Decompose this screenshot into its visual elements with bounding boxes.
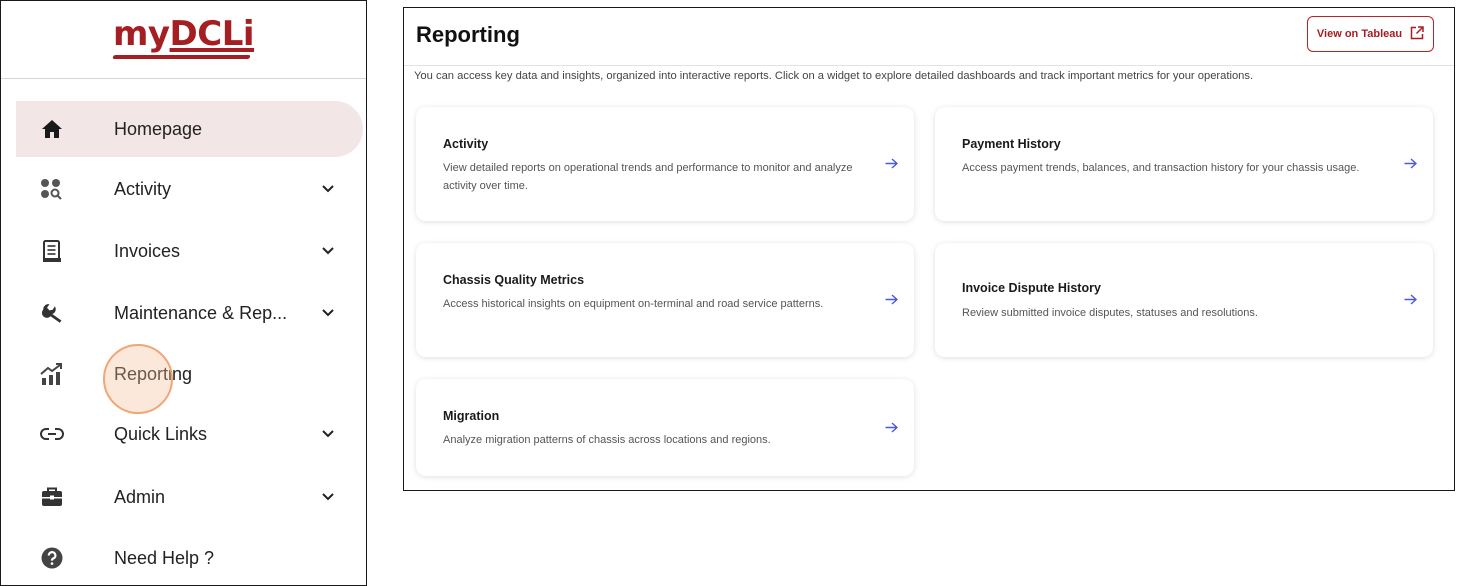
arrow-right-icon[interactable] <box>884 292 898 306</box>
sidebar-item-label: Maintenance & Rep... <box>114 302 288 323</box>
card-title: Migration <box>443 409 500 423</box>
external-link-icon <box>1410 25 1424 43</box>
sidebar-item-label: Reporting <box>114 363 193 384</box>
reporting-panel: Reporting View on Tableau You can access… <box>403 7 1455 491</box>
card-description: Access payment trends, balances, and tra… <box>962 162 1360 174</box>
chevron-down-icon[interactable] <box>321 427 335 441</box>
report-card-payment-history[interactable]: Payment History Access payment trends, b… <box>935 107 1433 221</box>
sidebar-item-label: Activity <box>114 178 172 199</box>
arrow-right-icon[interactable] <box>1403 156 1417 170</box>
home-icon <box>39 116 65 142</box>
mydcli-logo[interactable]: myDCLi <box>112 17 255 59</box>
report-card-invoice-dispute-history[interactable]: Invoice Dispute History Review submitted… <box>935 243 1433 357</box>
briefcase-icon <box>39 484 65 510</box>
sidebar-item-reporting[interactable]: Reporting <box>16 346 363 402</box>
card-description: Review submitted invoice disputes, statu… <box>962 307 1258 319</box>
page-title: Reporting <box>416 22 520 47</box>
chevron-down-icon[interactable] <box>321 490 335 504</box>
sidebar-item-invoices[interactable]: Invoices <box>16 223 363 279</box>
card-title: Chassis Quality Metrics <box>443 273 585 287</box>
card-description: View detailed reports on operational tre… <box>443 162 853 192</box>
help-icon <box>39 545 65 571</box>
report-card-chassis-quality-metrics[interactable]: Chassis Quality Metrics Access historica… <box>416 243 914 357</box>
header-divider <box>404 65 1454 66</box>
sidebar-item-need-help[interactable]: Need Help ? <box>16 530 363 586</box>
sidebar-item-maintenance[interactable]: Maintenance & Rep... <box>16 285 363 341</box>
sidebar-item-label: Admin <box>114 486 166 507</box>
view-on-tableau-label: View on Tableau <box>1316 28 1403 40</box>
sidebar-item-admin[interactable]: Admin <box>16 469 363 525</box>
sidebar-item-homepage[interactable]: Homepage <box>16 101 363 157</box>
arrow-right-icon[interactable] <box>1403 292 1417 306</box>
sidebar-item-label: Homepage <box>114 118 203 139</box>
chevron-down-icon[interactable] <box>321 244 335 258</box>
intro-text: You can access key data and insights, or… <box>414 70 1254 82</box>
arrow-right-icon[interactable] <box>884 420 898 434</box>
card-title: Activity <box>443 137 489 151</box>
sidebar-item-activity[interactable]: Activity <box>16 161 363 217</box>
link-icon <box>39 421 65 447</box>
card-description: Analyze migration patterns of chassis ac… <box>443 434 771 446</box>
sidebar-item-label: Quick Links <box>114 423 208 444</box>
sidebar: myDCLi Homepage Activity Invoices Mainte… <box>0 0 367 586</box>
wrench-icon <box>39 300 65 326</box>
chevron-down-icon[interactable] <box>321 182 335 196</box>
card-title: Payment History <box>962 137 1061 151</box>
activity-search-icon <box>39 176 65 202</box>
report-card-migration[interactable]: Migration Analyze migration patterns of … <box>416 379 914 476</box>
chart-growth-icon <box>39 361 65 387</box>
sidebar-item-label: Invoices <box>114 240 181 261</box>
logo-area: myDCLi <box>1 1 366 79</box>
card-title: Invoice Dispute History <box>962 281 1101 295</box>
report-card-activity[interactable]: Activity View detailed reports on operat… <box>416 107 914 221</box>
invoice-icon <box>39 238 65 264</box>
arrow-right-icon[interactable] <box>884 156 898 170</box>
card-description: Access historical insights on equipment … <box>443 298 824 310</box>
view-on-tableau-button[interactable]: View on Tableau <box>1307 16 1434 52</box>
sidebar-item-label: Need Help ? <box>114 547 215 568</box>
chevron-down-icon[interactable] <box>321 306 335 320</box>
sidebar-item-quick-links[interactable]: Quick Links <box>16 406 363 462</box>
